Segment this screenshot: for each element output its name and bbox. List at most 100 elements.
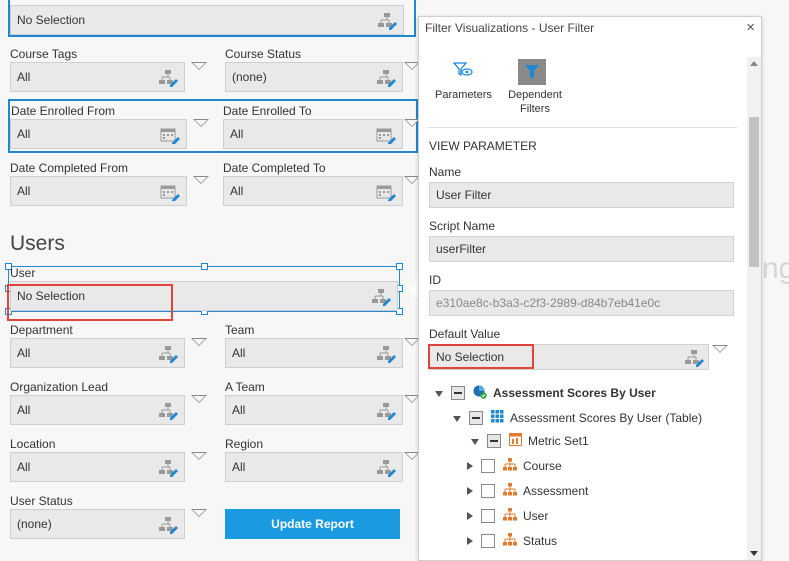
collapse-arrow-icon[interactable]	[453, 416, 461, 422]
date-completed-to-label: Date Completed To	[223, 161, 326, 175]
tree-checkbox[interactable]	[481, 534, 495, 548]
tree-label: User	[523, 509, 549, 523]
dependent-filters-tab[interactable]: Dependent Filters	[505, 59, 565, 119]
expand-arrow-icon[interactable]	[467, 462, 473, 470]
collapse-arrow-icon[interactable]	[471, 439, 479, 445]
name-label: Name	[429, 165, 462, 179]
hierarchy-pencil-icon	[684, 349, 704, 370]
course-tags-label: Course Tags	[10, 47, 78, 61]
users-section-heading: Users	[10, 232, 65, 255]
hierarchy-pencil-icon	[376, 345, 396, 363]
close-icon[interactable]: ×	[746, 19, 755, 36]
user-label: User	[10, 266, 36, 280]
collapse-arrow-icon[interactable]	[435, 391, 443, 397]
panel-pointer-arrow	[408, 279, 418, 299]
tree-item-metric-set[interactable]: Metric Set1	[471, 431, 589, 451]
parameters-tab[interactable]: Parameters	[433, 59, 493, 107]
course-tags-dropdown-icon[interactable]	[191, 62, 207, 70]
course-tags-select[interactable]: All	[10, 62, 185, 92]
tree-checkbox[interactable]	[487, 434, 501, 448]
hierarchy-pencil-icon	[158, 516, 178, 534]
region-select[interactable]: All	[225, 452, 403, 482]
team-select[interactable]: All	[225, 338, 403, 368]
default-value-dropdown-icon[interactable]	[712, 345, 728, 353]
hierarchy-icon	[503, 508, 517, 524]
tree-item-status[interactable]: Status	[467, 531, 557, 551]
hierarchy-pencil-icon	[371, 288, 391, 306]
expand-arrow-icon[interactable]	[467, 512, 473, 520]
hierarchy-pencil-icon	[376, 402, 396, 420]
hierarchy-pencil-icon	[376, 69, 396, 87]
filter-visualizations-panel: Filter Visualizations - User Filter × Pa…	[418, 16, 762, 561]
region-label: Region	[225, 437, 264, 451]
dependent-filters-label-line1: Dependent	[508, 89, 562, 101]
a-team-select[interactable]: All	[225, 395, 403, 425]
tree-item-user[interactable]: User	[467, 506, 548, 526]
calendar-pencil-icon	[376, 126, 396, 145]
tree-item-course[interactable]: Course	[467, 456, 562, 476]
user-status-select[interactable]: (none)	[10, 509, 185, 539]
name-input[interactable]: User Filter	[429, 182, 734, 208]
date-enrolled-from-dropdown-icon[interactable]	[193, 119, 209, 127]
tree-checkbox[interactable]	[451, 386, 465, 400]
tree-label: Assessment Scores By User	[493, 386, 656, 400]
resize-handle[interactable]	[396, 263, 403, 270]
hierarchy-pencil-icon	[158, 459, 178, 477]
department-dropdown-icon[interactable]	[191, 338, 207, 346]
script-name-input[interactable]: userFilter	[429, 236, 734, 262]
department-select[interactable]: All	[10, 338, 185, 368]
tree-label: Assessment Scores By User (Table)	[510, 411, 703, 425]
hierarchy-icon	[503, 458, 517, 474]
date-completed-from-dropdown-icon[interactable]	[193, 176, 209, 184]
department-label: Department	[10, 323, 73, 337]
region-value: All	[232, 460, 246, 474]
location-dropdown-icon[interactable]	[191, 452, 207, 460]
resize-handle[interactable]	[201, 263, 208, 270]
scroll-down-arrow-icon[interactable]	[750, 551, 758, 556]
scrollbar-thumb[interactable]	[749, 117, 759, 267]
organization-lead-select[interactable]: All	[10, 395, 185, 425]
pie-chart-check-icon	[473, 385, 487, 402]
tree-item-assessment[interactable]: Assessment	[467, 481, 588, 501]
date-completed-from-value: All	[17, 184, 31, 198]
location-select[interactable]: All	[10, 452, 185, 482]
course-status-select[interactable]: (none)	[225, 62, 403, 92]
default-value-label: Default Value	[429, 327, 501, 341]
organization-lead-dropdown-icon[interactable]	[191, 395, 207, 403]
tree-checkbox[interactable]	[481, 459, 495, 473]
tree-checkbox[interactable]	[469, 411, 483, 425]
date-completed-to-value: All	[230, 184, 244, 198]
course-tags-value: All	[17, 70, 31, 84]
panel-scrollbar[interactable]	[747, 57, 761, 560]
toolbar-divider	[427, 127, 737, 128]
update-report-button[interactable]: Update Report	[225, 509, 400, 539]
tree-label: Assessment	[523, 484, 589, 498]
user-status-dropdown-icon[interactable]	[191, 509, 207, 517]
date-enrolled-to-input[interactable]: All	[223, 119, 403, 149]
calendar-pencil-icon	[376, 183, 396, 202]
expand-arrow-icon[interactable]	[467, 537, 473, 545]
date-completed-to-input[interactable]: All	[223, 176, 403, 206]
expand-arrow-icon[interactable]	[467, 487, 473, 495]
tree-item-dashboard[interactable]: Assessment Scores By User	[435, 383, 656, 403]
background-title-text: ng	[762, 252, 789, 285]
hierarchy-pencil-icon	[376, 459, 396, 477]
date-completed-from-input[interactable]: All	[10, 176, 187, 206]
hierarchy-pencil-icon	[158, 345, 178, 363]
date-completed-from-label: Date Completed From	[10, 161, 129, 175]
tree-checkbox[interactable]	[481, 484, 495, 498]
team-value: All	[232, 346, 246, 360]
tree-checkbox[interactable]	[481, 509, 495, 523]
organization-lead-value: All	[17, 403, 31, 417]
tree-label: Course	[523, 459, 562, 473]
a-team-value: All	[232, 403, 246, 417]
tree-item-table[interactable]: Assessment Scores By User (Table)	[453, 408, 702, 428]
user-status-value: (none)	[17, 517, 52, 531]
scroll-up-arrow-icon[interactable]	[750, 61, 758, 66]
id-input: e310ae8c-b3a3-c2f3-2989-d84b7eb41e0c	[429, 290, 734, 316]
date-enrolled-from-label: Date Enrolled From	[11, 104, 116, 118]
course-assessment-select[interactable]: No Selection	[10, 5, 404, 35]
filter-icon	[518, 59, 546, 85]
date-enrolled-from-input[interactable]: All	[10, 119, 187, 149]
date-enrolled-from-value: All	[17, 127, 31, 141]
